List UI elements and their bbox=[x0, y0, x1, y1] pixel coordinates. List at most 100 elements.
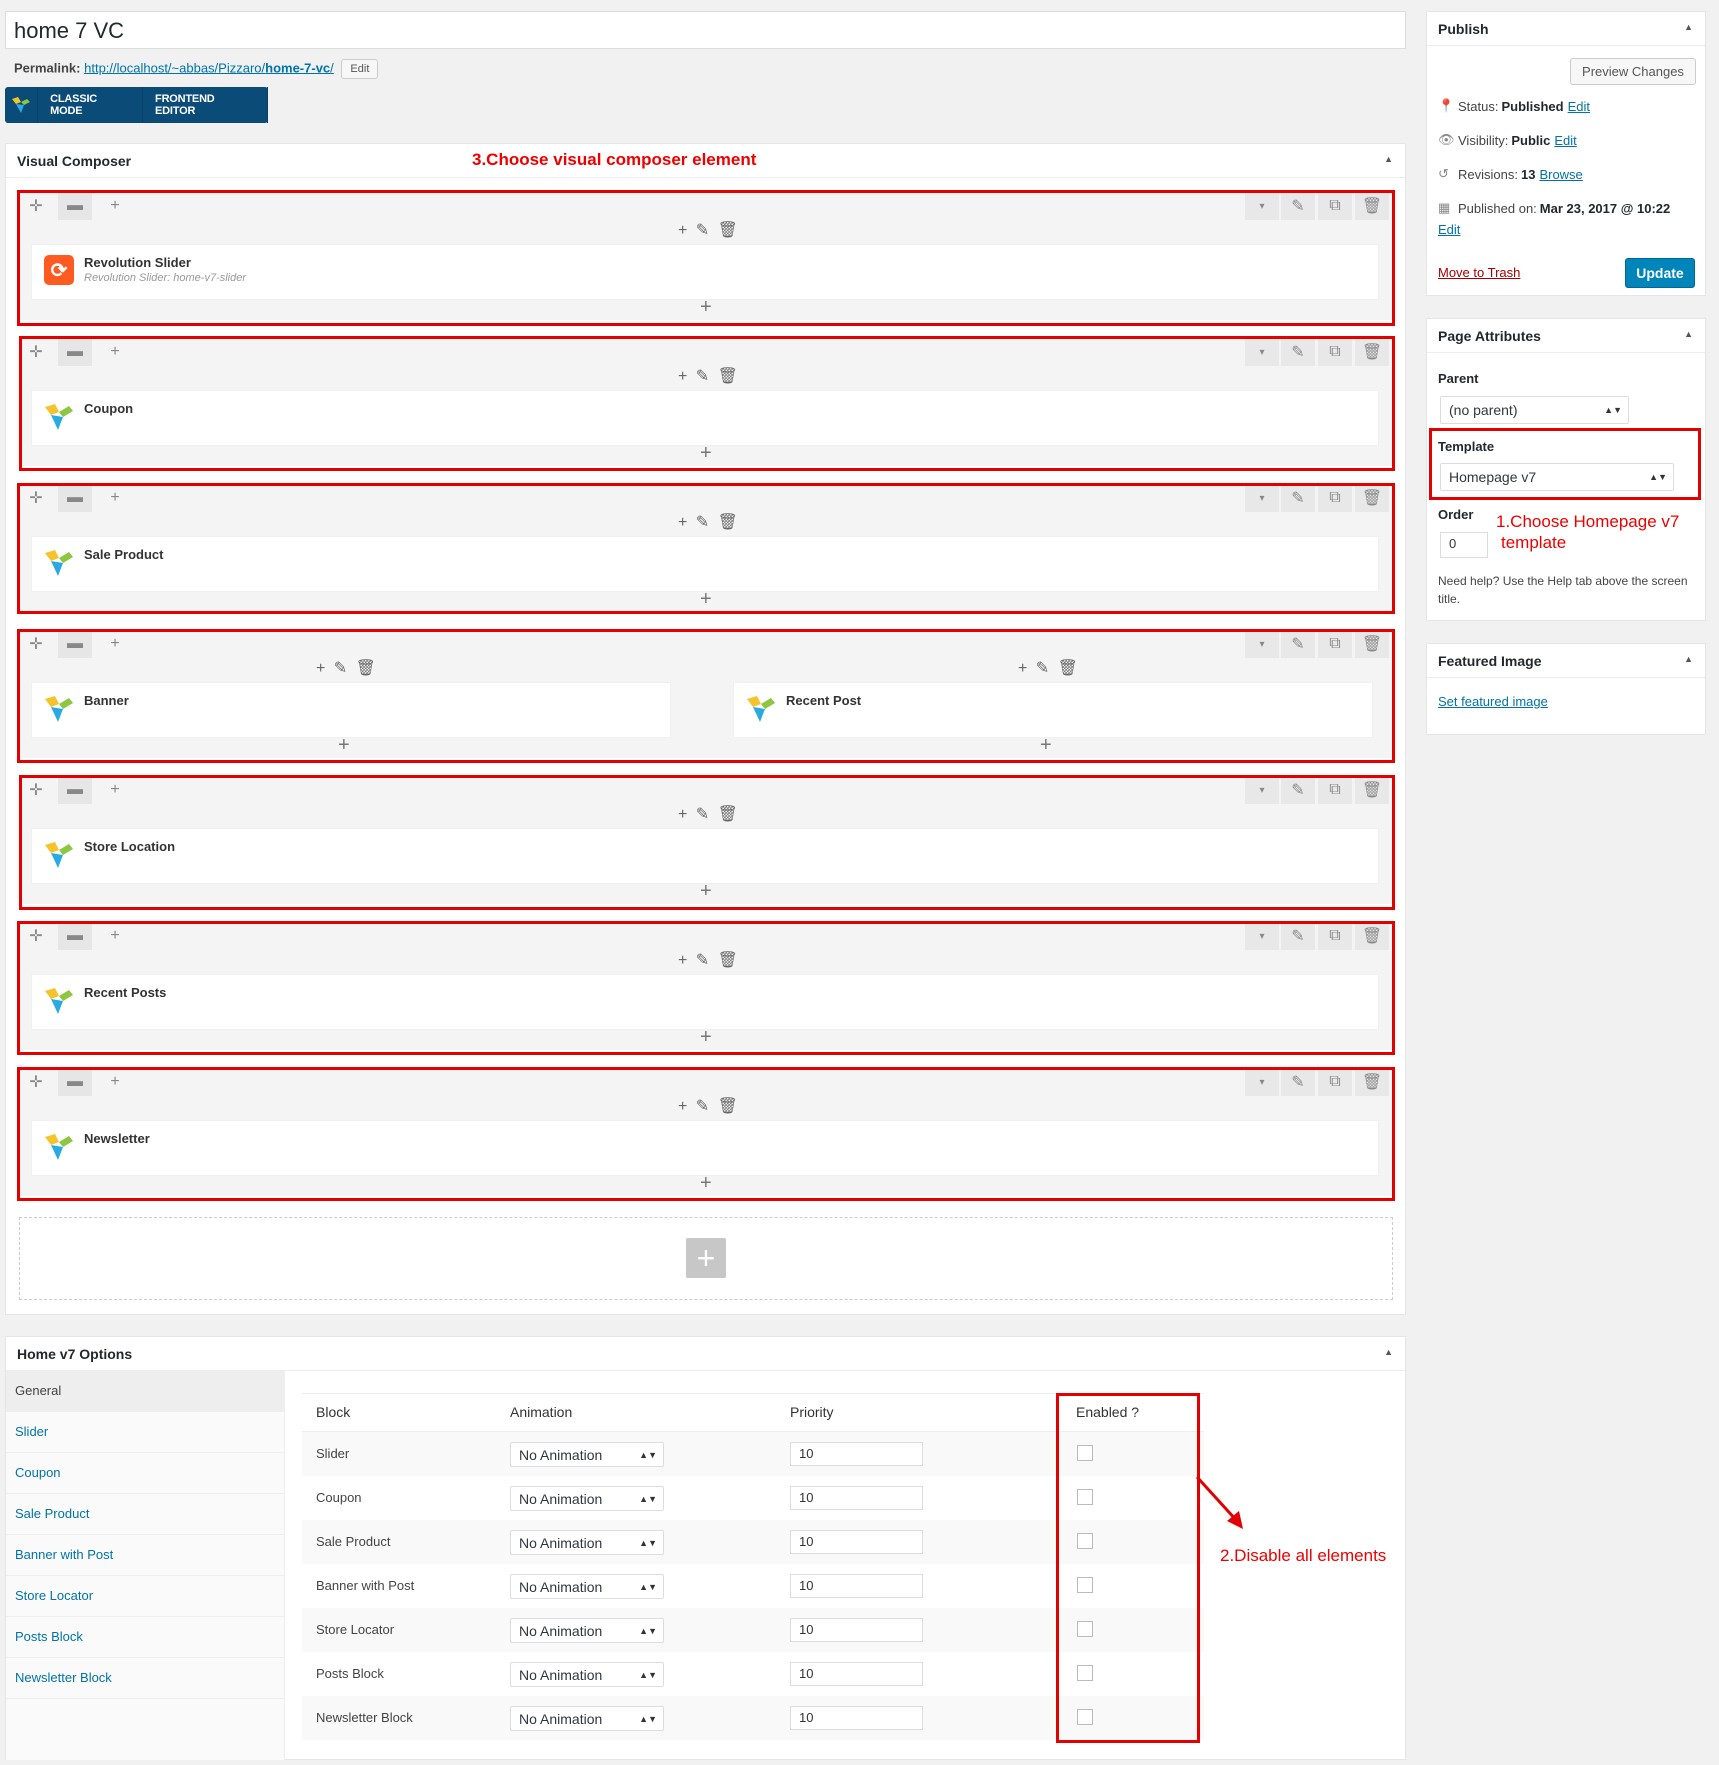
frontend-editor-button[interactable]: FRONTEND EDITOR bbox=[143, 87, 268, 123]
visibility-row: 👁 Visibility: Public Edit bbox=[1438, 132, 1577, 148]
set-featured-image-link[interactable]: Set featured image bbox=[1438, 694, 1548, 709]
classic-mode-button[interactable]: CLASSIC MODE bbox=[38, 87, 144, 123]
arrow-icon bbox=[1195, 1475, 1243, 1529]
priority-input[interactable]: 10 bbox=[790, 1618, 923, 1642]
permalink-label: Permalink: bbox=[14, 60, 81, 76]
order-input[interactable]: 0 bbox=[1440, 532, 1488, 558]
select-arrows-icon: ▲▼ bbox=[639, 1493, 657, 1504]
vc-annotation: 3.Choose visual composer element bbox=[472, 150, 757, 169]
template-annotation-2: template bbox=[1501, 533, 1567, 552]
priority-input[interactable]: 10 bbox=[790, 1574, 923, 1598]
options-tab[interactable]: Store Locator bbox=[6, 1576, 285, 1617]
permalink-line: Permalink: http://localhost/~abbas/Pizza… bbox=[14, 59, 379, 79]
move-to-trash-link[interactable]: Move to Trash bbox=[1438, 265, 1520, 280]
block-name: Coupon bbox=[316, 1490, 362, 1505]
col-animation-header: Animation bbox=[510, 1404, 573, 1420]
featured-title: Featured Image bbox=[1438, 653, 1542, 669]
template-select[interactable]: Homepage v7 ▲▼ bbox=[1440, 463, 1674, 491]
select-arrows-icon: ▲▼ bbox=[639, 1669, 657, 1680]
options-tab[interactable]: Newsletter Block bbox=[6, 1658, 285, 1699]
published-edit-link[interactable]: Edit bbox=[1438, 222, 1460, 237]
block-name: Store Locator bbox=[316, 1622, 395, 1637]
block-name: Newsletter Block bbox=[316, 1710, 413, 1725]
priority-input[interactable]: 10 bbox=[790, 1442, 923, 1466]
row-highlight-frame bbox=[17, 1067, 1395, 1201]
col-block-header: Block bbox=[316, 1404, 351, 1420]
priority-input[interactable]: 10 bbox=[790, 1662, 923, 1686]
animation-select[interactable]: No Animation ▲▼ bbox=[510, 1574, 664, 1599]
collapse-toggle-icon[interactable]: ▲ bbox=[1684, 654, 1693, 664]
vc-logo-icon[interactable] bbox=[5, 87, 39, 123]
attributes-title: Page Attributes bbox=[1438, 328, 1541, 344]
published-on-row: ▦ Published on: Mar 23, 2017 @ 10:22 bbox=[1438, 200, 1671, 216]
collapse-toggle-icon[interactable]: ▲ bbox=[1384, 1347, 1393, 1357]
options-tab[interactable]: Coupon bbox=[6, 1453, 285, 1494]
options-title: Home v7 Options bbox=[17, 1346, 133, 1362]
priority-input[interactable]: 10 bbox=[790, 1486, 923, 1510]
block-name: Banner with Post bbox=[316, 1578, 415, 1593]
status-edit-link[interactable]: Edit bbox=[1568, 99, 1590, 114]
calendar-icon: ▦ bbox=[1438, 200, 1451, 215]
row-highlight-frame bbox=[17, 483, 1395, 614]
collapse-toggle-icon[interactable]: ▲ bbox=[1684, 329, 1693, 339]
vc-box-header[interactable]: Visual Composer 3.Choose visual composer… bbox=[6, 144, 1405, 178]
page-attributes-box: Page Attributes ▲ Parent (no parent) ▲▼ T… bbox=[1426, 318, 1706, 621]
publish-header[interactable]: Publish ▲ bbox=[1427, 12, 1705, 46]
select-arrows-icon: ▲▼ bbox=[1604, 405, 1622, 415]
template-annotation-1: 1.Choose Homepage v7 bbox=[1496, 512, 1680, 531]
help-text: Need help? Use the Help tab above the sc… bbox=[1438, 574, 1688, 606]
options-tab[interactable]: Banner with Post bbox=[6, 1535, 285, 1576]
row-highlight-frame bbox=[19, 336, 1395, 471]
animation-select[interactable]: No Animation ▲▼ bbox=[510, 1618, 664, 1643]
preview-changes-button[interactable]: Preview Changes bbox=[1570, 58, 1696, 85]
options-tab[interactable]: General bbox=[6, 1371, 285, 1412]
collapse-toggle-icon[interactable]: ▲ bbox=[1384, 154, 1393, 164]
options-tab[interactable]: Posts Block bbox=[6, 1617, 285, 1658]
enabled-column-highlight bbox=[1056, 1393, 1200, 1743]
update-button[interactable]: Update bbox=[1625, 258, 1695, 288]
options-header[interactable]: Home v7 Options ▲ bbox=[6, 1337, 1405, 1371]
animation-select[interactable]: No Animation ▲▼ bbox=[510, 1530, 664, 1555]
options-tab[interactable]: Sale Product bbox=[6, 1494, 285, 1535]
home-options-box: Home v7 Options ▲ General Slider Coupon Sal… bbox=[5, 1336, 1406, 1760]
collapse-toggle-icon[interactable]: ▲ bbox=[1684, 22, 1693, 32]
permalink-edit-button[interactable]: Edit bbox=[341, 59, 379, 79]
history-icon: ↺ bbox=[1438, 166, 1449, 181]
order-label: Order bbox=[1438, 507, 1474, 522]
featured-header[interactable]: Featured Image ▲ bbox=[1427, 644, 1705, 678]
revisions-browse-link[interactable]: Browse bbox=[1539, 167, 1582, 182]
row-highlight-frame bbox=[17, 921, 1395, 1055]
eye-icon: 👁 bbox=[1438, 132, 1455, 147]
options-tabs: General Slider Coupon Sale Product Banner wi… bbox=[6, 1371, 285, 1760]
post-title-input[interactable]: home 7 VC bbox=[5, 11, 1406, 49]
animation-select[interactable]: No Animation ▲▼ bbox=[510, 1486, 664, 1511]
animation-select[interactable]: No Animation ▲▼ bbox=[510, 1706, 664, 1731]
block-name: Posts Block bbox=[316, 1666, 384, 1681]
vc-box-title: Visual Composer bbox=[17, 153, 132, 169]
attributes-header[interactable]: Page Attributes ▲ bbox=[1427, 319, 1705, 353]
select-arrows-icon: ▲▼ bbox=[1649, 472, 1667, 482]
parent-select[interactable]: (no parent) ▲▼ bbox=[1440, 396, 1629, 424]
priority-input[interactable]: 10 bbox=[790, 1706, 923, 1730]
revisions-row: ↺ Revisions: 13 Browse bbox=[1438, 166, 1583, 182]
row-highlight-frame bbox=[19, 775, 1395, 910]
permalink-link[interactable]: http://localhost/~abbas/Pizzaro/home-7-v… bbox=[84, 60, 334, 75]
add-element-plus-icon[interactable]: + bbox=[686, 1238, 726, 1278]
select-arrows-icon: ▲▼ bbox=[639, 1625, 657, 1636]
template-label: Template bbox=[1438, 439, 1495, 454]
select-arrows-icon: ▲▼ bbox=[639, 1581, 657, 1592]
publish-box: Publish ▲ Preview Changes 📍 Status: Publi… bbox=[1426, 11, 1706, 296]
row-highlight-frame bbox=[17, 190, 1395, 326]
options-tab[interactable]: Slider bbox=[6, 1412, 285, 1453]
select-arrows-icon: ▲▼ bbox=[639, 1537, 657, 1548]
disable-annotation: 2.Disable all elements bbox=[1220, 1546, 1387, 1565]
vc-mode-switch: CLASSIC MODE FRONTEND EDITOR bbox=[5, 87, 268, 123]
priority-input[interactable]: 10 bbox=[790, 1530, 923, 1554]
animation-select[interactable]: No Animation ▲▼ bbox=[510, 1442, 664, 1467]
row-highlight-frame bbox=[17, 629, 1395, 763]
block-name: Slider bbox=[316, 1446, 350, 1461]
visibility-edit-link[interactable]: Edit bbox=[1554, 133, 1576, 148]
select-arrows-icon: ▲▼ bbox=[639, 1713, 657, 1724]
parent-label: Parent bbox=[1438, 371, 1479, 386]
animation-select[interactable]: No Animation ▲▼ bbox=[510, 1662, 664, 1687]
